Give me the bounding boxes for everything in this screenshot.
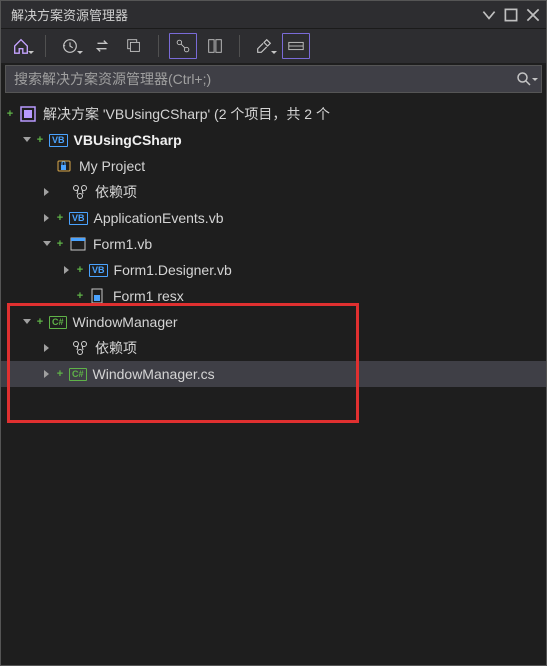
vb-badge-icon: VB bbox=[69, 212, 88, 225]
dependencies-icon bbox=[71, 339, 89, 357]
lock-folder-icon bbox=[55, 157, 73, 175]
close-icon[interactable] bbox=[524, 6, 542, 24]
file-node-windowmanager[interactable]: + C# WindowManager.cs bbox=[1, 361, 546, 387]
properties-button[interactable] bbox=[250, 33, 278, 59]
history-button[interactable] bbox=[56, 33, 84, 59]
collapse-arrow-icon[interactable] bbox=[39, 340, 55, 356]
file-node-form1-resx[interactable]: + Form1 resx bbox=[1, 283, 546, 309]
file-label: Form1.vb bbox=[93, 236, 152, 252]
file-label: WindowManager.cs bbox=[93, 366, 215, 382]
file-label: ApplicationEvents.vb bbox=[94, 210, 224, 226]
view-switch-button[interactable] bbox=[282, 33, 310, 59]
dependencies-icon bbox=[71, 183, 89, 201]
file-label: Form1.Designer.vb bbox=[114, 262, 232, 278]
separator bbox=[158, 35, 159, 57]
sync-button[interactable] bbox=[88, 33, 116, 59]
search-input[interactable] bbox=[6, 71, 507, 87]
file-node-form1[interactable]: + Form1.vb bbox=[1, 231, 546, 257]
resx-icon bbox=[89, 287, 107, 305]
file-node-appevents[interactable]: + VB ApplicationEvents.vb bbox=[1, 205, 546, 231]
home-button[interactable] bbox=[7, 33, 35, 59]
panel-title: 解决方案资源管理器 bbox=[11, 5, 128, 24]
file-label: Form1 resx bbox=[113, 288, 184, 304]
git-add-icon: + bbox=[75, 291, 85, 301]
vb-badge-icon: VB bbox=[89, 264, 108, 277]
collapse-arrow-icon[interactable] bbox=[39, 184, 55, 200]
git-add-icon: + bbox=[55, 239, 65, 249]
solution-tree: + 解决方案 'VBUsingCSharp' (2 个项目，共 2 个 + VB… bbox=[1, 99, 546, 387]
solution-icon bbox=[19, 105, 37, 123]
project-node-cs[interactable]: + C# WindowManager bbox=[1, 309, 546, 335]
search-icon[interactable] bbox=[507, 71, 541, 87]
titlebar: 解决方案资源管理器 bbox=[1, 1, 546, 29]
project-node-vb[interactable]: + VB VBUsingCSharp bbox=[1, 127, 546, 153]
collapse-arrow-icon[interactable] bbox=[39, 366, 55, 382]
expand-arrow-icon[interactable] bbox=[19, 132, 35, 148]
dependencies-label: 依赖项 bbox=[95, 338, 137, 358]
project-label: VBUsingCSharp bbox=[74, 132, 182, 148]
vb-badge-icon: VB bbox=[49, 134, 68, 147]
dependencies-node[interactable]: 依赖项 bbox=[1, 335, 546, 361]
dropdown-icon[interactable] bbox=[480, 6, 498, 24]
git-add-icon: + bbox=[55, 369, 65, 379]
show-all-files-button[interactable] bbox=[169, 33, 197, 59]
my-project-node[interactable]: My Project bbox=[1, 153, 546, 179]
file-node-form1-designer[interactable]: + VB Form1.Designer.vb bbox=[1, 257, 546, 283]
git-add-icon: + bbox=[75, 265, 85, 275]
collapse-all-button[interactable] bbox=[120, 33, 148, 59]
git-add-icon: + bbox=[35, 135, 45, 145]
dependencies-label: 依赖项 bbox=[95, 182, 137, 202]
expand-arrow-icon[interactable] bbox=[39, 236, 55, 252]
separator bbox=[45, 35, 46, 57]
separator bbox=[239, 35, 240, 57]
expand-arrow-icon[interactable] bbox=[19, 314, 35, 330]
collapse-arrow-icon[interactable] bbox=[59, 262, 75, 278]
my-project-label: My Project bbox=[79, 158, 145, 174]
solution-label: 解决方案 'VBUsingCSharp' (2 个项目，共 2 个 bbox=[43, 104, 330, 124]
preview-button[interactable] bbox=[201, 33, 229, 59]
project-label: WindowManager bbox=[73, 314, 178, 330]
collapse-arrow-icon[interactable] bbox=[39, 210, 55, 226]
git-add-icon: + bbox=[5, 109, 15, 119]
git-add-icon: + bbox=[55, 213, 65, 223]
dependencies-node[interactable]: 依赖项 bbox=[1, 179, 546, 205]
solution-node[interactable]: + 解决方案 'VBUsingCSharp' (2 个项目，共 2 个 bbox=[1, 101, 546, 127]
cs-badge-icon: C# bbox=[69, 368, 87, 381]
git-add-icon: + bbox=[35, 317, 45, 327]
cs-badge-icon: C# bbox=[49, 316, 67, 329]
maximize-icon[interactable] bbox=[502, 6, 520, 24]
toolbar bbox=[1, 29, 546, 63]
form-icon bbox=[69, 235, 87, 253]
search-box[interactable] bbox=[5, 65, 542, 93]
